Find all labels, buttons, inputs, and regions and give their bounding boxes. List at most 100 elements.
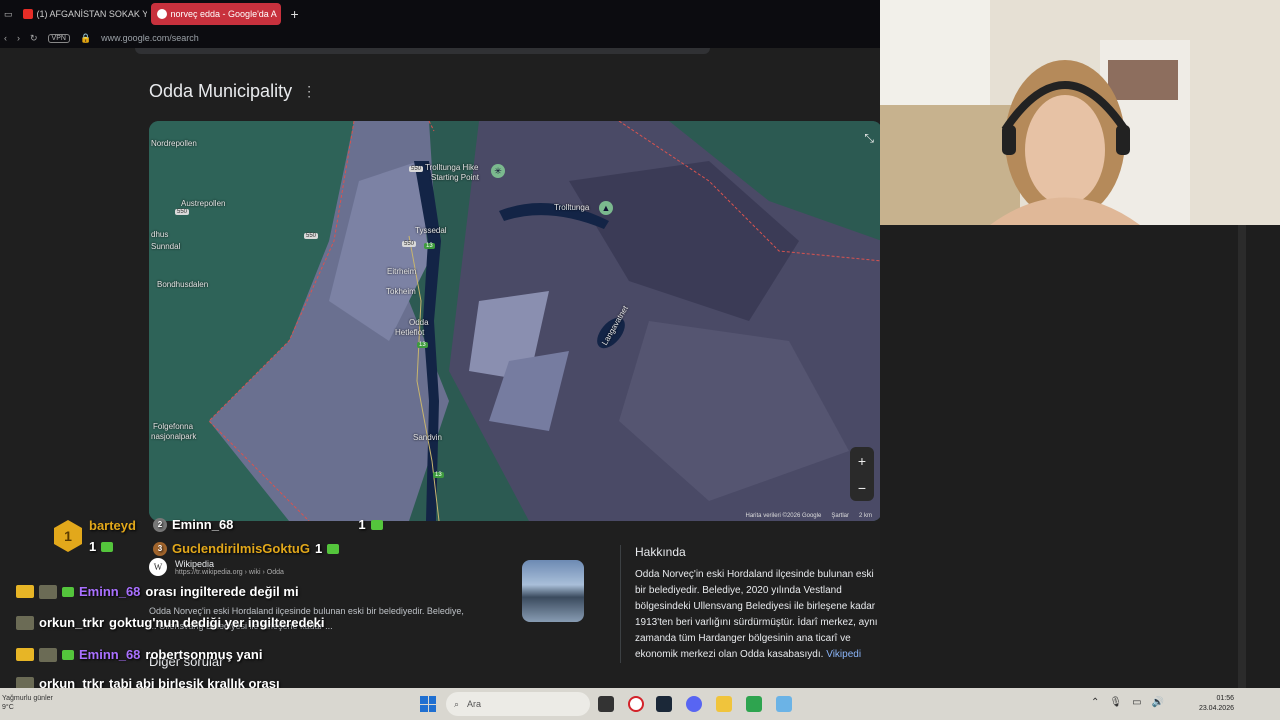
rank-badge: 3 bbox=[153, 541, 167, 556]
about-heading: Hakkında bbox=[635, 545, 686, 559]
search-icon: ⌕ bbox=[454, 698, 460, 709]
wikipedia-thumbnail[interactable] bbox=[522, 560, 584, 622]
windows-logo-icon bbox=[420, 696, 428, 704]
app-icon[interactable] bbox=[746, 696, 762, 712]
zoom-in-button[interactable]: + bbox=[858, 453, 866, 469]
taskbar: Yağmurlu günler 9°C ⌕ Ara ⌃ 🎙 ▭ 🔊 01:56 … bbox=[0, 688, 1280, 720]
sidebar-toggle-icon[interactable]: ▭ bbox=[4, 9, 13, 20]
wikipedia-link[interactable]: Vikipedi bbox=[826, 649, 861, 660]
map-scale: 2 km bbox=[858, 513, 872, 519]
weather-text: Yağmurlu günler bbox=[2, 695, 53, 702]
tab-google-search[interactable]: norveç edda - Google'da A bbox=[150, 3, 281, 25]
road-shield: 550 bbox=[409, 166, 424, 172]
leader-name: Eminn_68 bbox=[172, 517, 234, 532]
tab-label: norveç edda - Google'da A bbox=[170, 9, 277, 19]
about-body: Odda Norveç'in eski Hordaland ilçesinde … bbox=[635, 569, 878, 660]
start-button[interactable] bbox=[420, 696, 436, 712]
expand-map-icon[interactable]: ⤡ bbox=[864, 131, 874, 146]
rank-badge: 2 bbox=[153, 517, 167, 532]
more-options-icon[interactable]: ⋮ bbox=[302, 83, 316, 100]
chat-username: orkun_trkr bbox=[39, 615, 105, 630]
map-label: Starting Point bbox=[431, 173, 480, 182]
volume-icon[interactable]: 🔊 bbox=[1152, 697, 1164, 708]
app-icon[interactable] bbox=[776, 696, 792, 712]
sub-badge-icon bbox=[62, 649, 74, 660]
address-bar: ‹ › ↻ VPN 🔒 www.google.com/search bbox=[0, 28, 880, 48]
opera-icon[interactable] bbox=[628, 696, 644, 712]
webcam-feed bbox=[880, 0, 1280, 225]
map-label: Tyssedal bbox=[415, 226, 447, 235]
leader-row: 3 GuclendirilmisGoktuG 1 bbox=[153, 541, 340, 556]
forward-icon[interactable]: › bbox=[17, 33, 20, 43]
google-icon bbox=[156, 9, 167, 19]
leader-name: barteyd bbox=[89, 518, 136, 533]
avatar bbox=[39, 584, 57, 599]
terms-link[interactable]: Şartlar bbox=[831, 513, 849, 519]
map-label: Eitrheim bbox=[387, 267, 417, 276]
search-box[interactable] bbox=[135, 48, 710, 54]
sub-badge-icon bbox=[370, 519, 383, 530]
leader-count-row: 1 bbox=[89, 539, 114, 554]
map-label: Folgefonna bbox=[153, 422, 194, 431]
map[interactable]: Nordrepollen Trolltunga Hike Starting Po… bbox=[149, 121, 880, 521]
leader-count: 1 bbox=[358, 517, 366, 532]
map-label: dhus bbox=[151, 230, 169, 239]
map-label: Trolltunga Hike bbox=[425, 163, 479, 172]
leader-name: GuclendirilmisGoktuG bbox=[172, 541, 310, 556]
chevron-up-icon[interactable]: ⌃ bbox=[1091, 697, 1099, 708]
new-tab-button[interactable]: + bbox=[285, 6, 305, 22]
clock[interactable]: 01:56 23.04.2026 bbox=[1199, 694, 1234, 714]
chat-username: Eminn_68 bbox=[79, 584, 141, 599]
microphone-icon[interactable]: 🎙 bbox=[1109, 697, 1122, 708]
chat-text: robertsonmuş yani bbox=[145, 647, 263, 662]
back-icon[interactable]: ‹ bbox=[4, 33, 7, 43]
tab-youtube[interactable]: (1) AFGANİSTAN SOKAK Y bbox=[17, 3, 147, 25]
chat-overlay: 1 barteyd 1 2 Eminn_68 1 3 Guclendirilmi… bbox=[0, 515, 520, 691]
map-label: Hetleflot bbox=[395, 328, 425, 337]
map-label: Nordrepollen bbox=[151, 139, 197, 148]
scrollbar[interactable] bbox=[1238, 225, 1246, 688]
map-attribution: Harita verileri ©2026 Google Şartlar 2 k… bbox=[746, 513, 872, 519]
taskbar-search[interactable]: ⌕ Ara bbox=[446, 692, 590, 716]
mountain-poi-icon[interactable]: ▲ bbox=[599, 201, 613, 215]
map-label: nasjonalpark bbox=[151, 432, 197, 441]
tab-label: (1) AFGANİSTAN SOKAK Y bbox=[36, 9, 147, 19]
weather-temp: 9°C bbox=[2, 704, 14, 711]
map-label: Austrepollen bbox=[181, 199, 226, 208]
map-data-credit: Harita verileri ©2026 Google bbox=[745, 513, 822, 519]
steam-icon[interactable] bbox=[656, 696, 672, 712]
screen: ▭ (1) AFGANİSTAN SOKAK Y norveç edda - G… bbox=[0, 0, 1280, 720]
weather-widget[interactable]: Yağmurlu günler 9°C bbox=[2, 694, 53, 712]
clock-date: 23.04.2026 bbox=[1198, 705, 1234, 712]
road-shield: 13 bbox=[417, 342, 428, 348]
chat-text: goktug'nun dediği yer ingilteredeki bbox=[109, 615, 325, 630]
task-view-icon[interactable] bbox=[598, 696, 614, 712]
map-label: Odda bbox=[409, 318, 429, 327]
vpn-badge[interactable]: VPN bbox=[47, 33, 70, 43]
youtube-icon bbox=[22, 9, 33, 19]
hiking-poi-icon[interactable]: ✳ bbox=[491, 164, 505, 178]
sub-badge-icon bbox=[101, 541, 114, 552]
crown-badge-icon bbox=[16, 648, 34, 661]
map-terrain bbox=[149, 121, 880, 521]
chat-username: Eminn_68 bbox=[79, 647, 141, 662]
road-shield: 550 bbox=[175, 209, 190, 215]
file-explorer-icon[interactable] bbox=[716, 696, 732, 712]
avatar bbox=[16, 615, 34, 630]
discord-icon[interactable] bbox=[686, 696, 702, 712]
sub-badge-icon bbox=[62, 586, 74, 597]
map-label: Sandvin bbox=[413, 433, 442, 442]
road-shield: 13 bbox=[424, 243, 435, 249]
reload-icon[interactable]: ↻ bbox=[30, 33, 38, 44]
clock-time: 01:56 bbox=[1216, 695, 1234, 702]
road-shield: 13 bbox=[433, 472, 444, 478]
chat-message: orkun_trkr goktug'nun dediği yer ingilter… bbox=[16, 615, 324, 630]
url-field[interactable]: www.google.com/search bbox=[101, 33, 199, 43]
zoom-out-button[interactable]: − bbox=[858, 480, 866, 496]
knowledge-panel-title: Odda Municipality ⋮ bbox=[149, 81, 316, 102]
leader-count: 1 bbox=[89, 539, 97, 554]
search-placeholder: Ara bbox=[467, 699, 482, 709]
webcam-image bbox=[880, 0, 1280, 225]
map-label: Bondhusdalen bbox=[157, 280, 209, 289]
network-icon[interactable]: ▭ bbox=[1132, 697, 1141, 708]
